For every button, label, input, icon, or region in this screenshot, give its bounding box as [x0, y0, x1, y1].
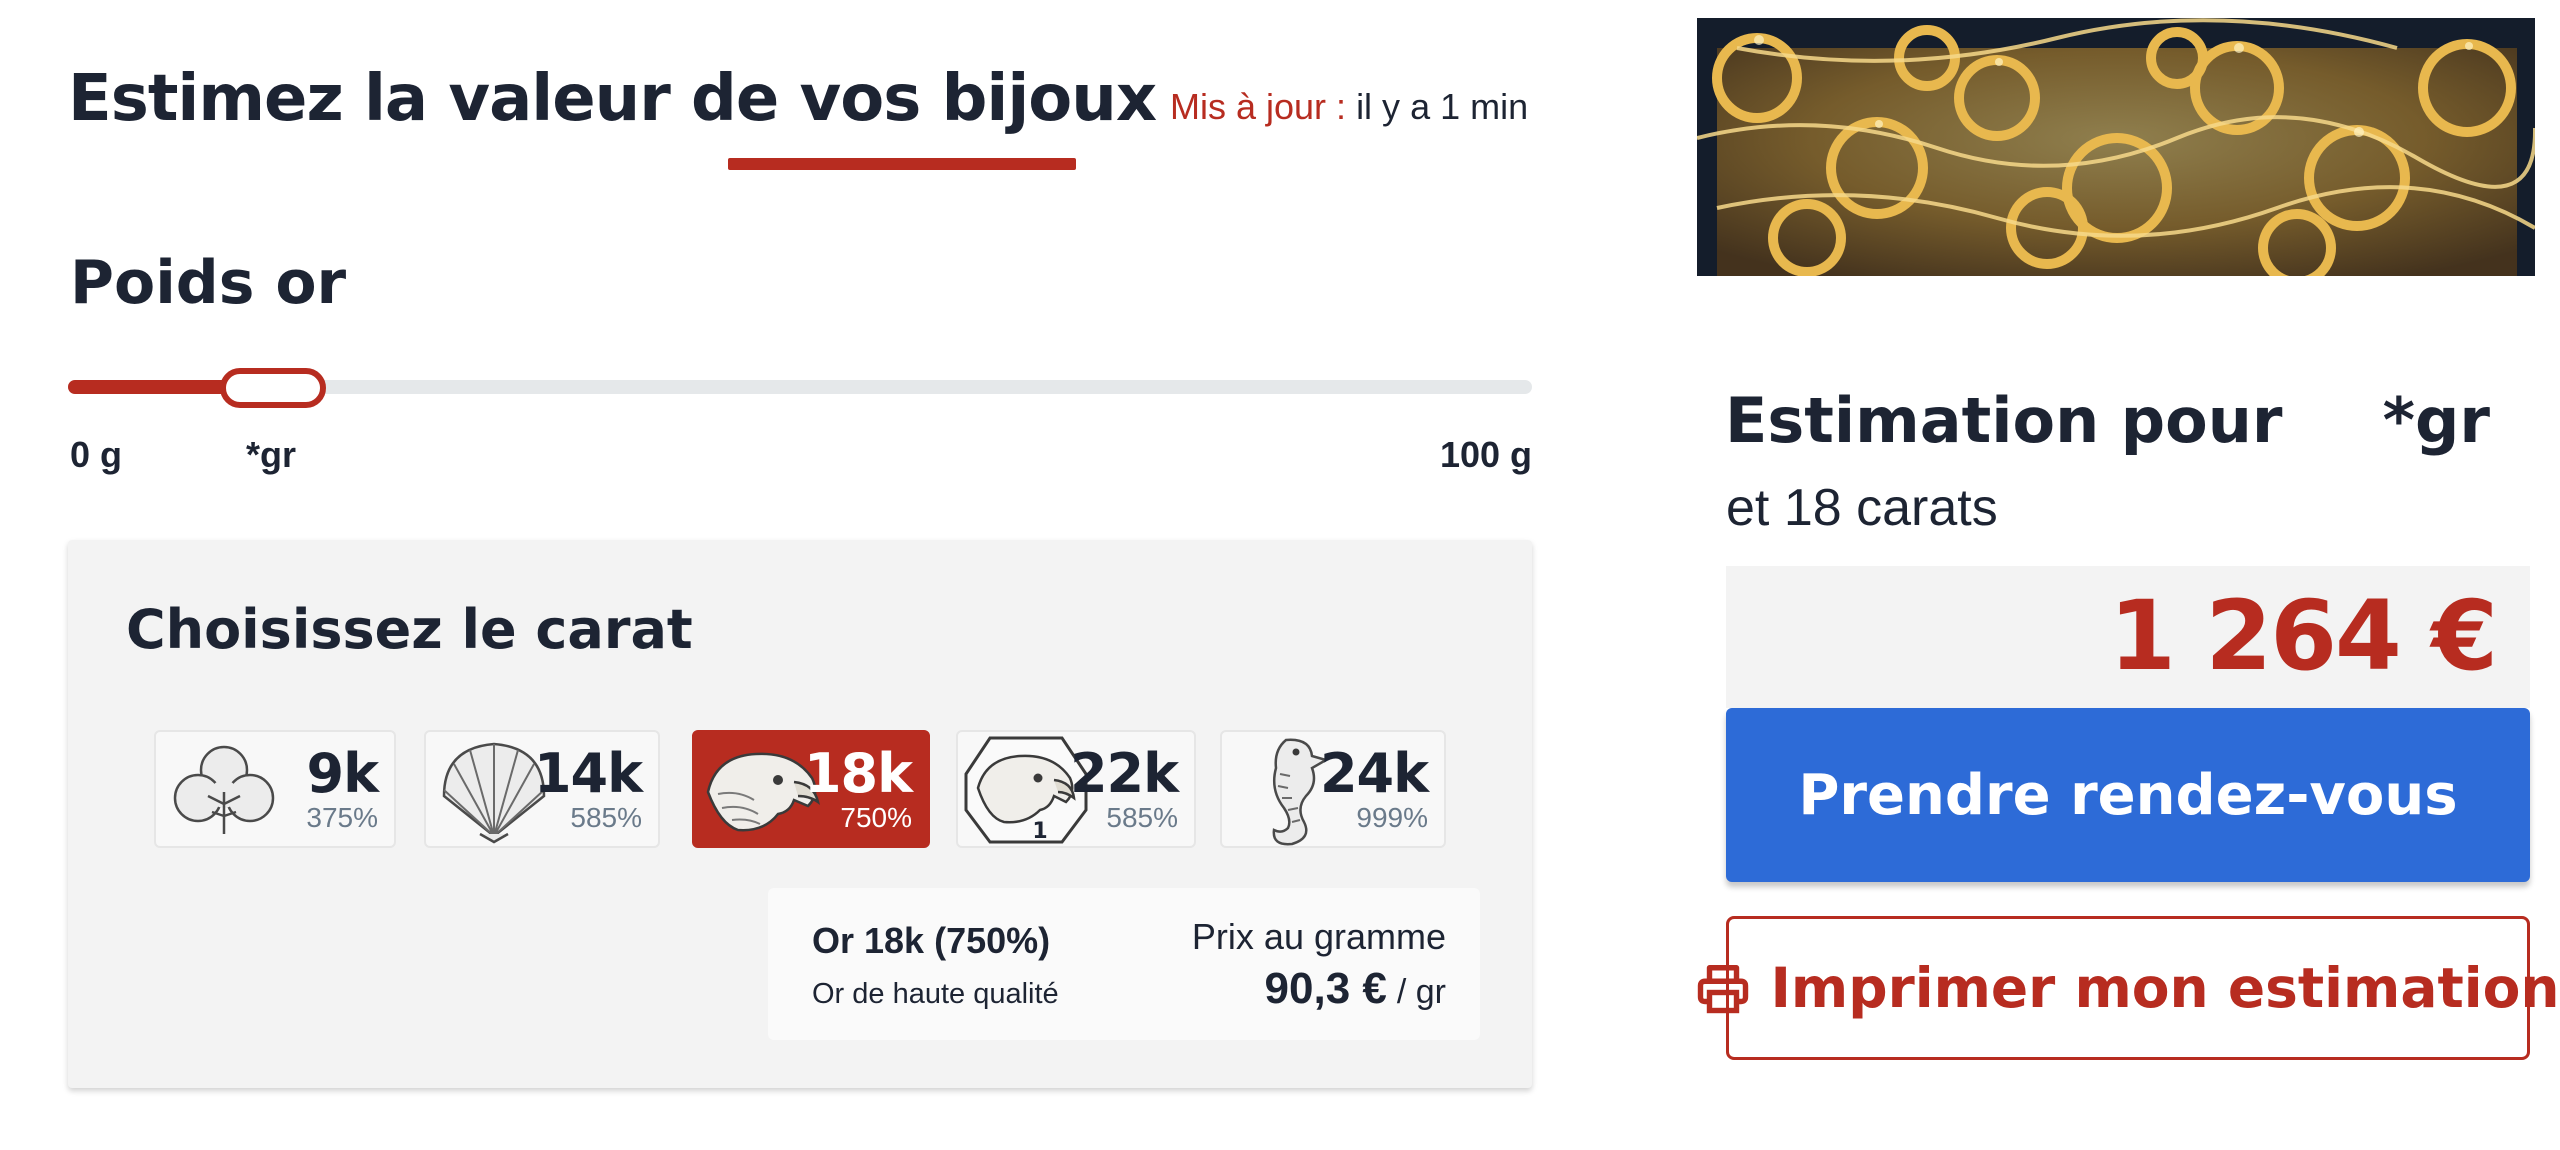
estimate-title: Estimation pour — [1725, 384, 2283, 457]
update-value: il y a 1 min — [1356, 86, 1529, 127]
print-estimate-button[interactable]: Imprimer mon estimation — [1698, 916, 2560, 1060]
carat-purity: 375% — [306, 802, 378, 833]
carat-option-18k[interactable]: 18k 750% — [692, 730, 930, 848]
price-per-gram: 90,3 € / gr — [1265, 964, 1446, 1014]
carat-info-description: Or de haute qualité — [812, 978, 1059, 1010]
price-per-gram-unit: / gr — [1396, 973, 1446, 1011]
estimate-subtitle: et 18 carats — [1726, 479, 1998, 537]
carat-option-22k[interactable]: 1 22k 585% — [956, 730, 1196, 848]
carat-panel: Choisissez le carat 9k 375% 14k 585% 18k… — [68, 540, 1532, 1088]
slider-value-label: *gr — [246, 434, 297, 475]
carat-option-9k[interactable]: 9k 375% — [154, 730, 396, 848]
estimate-price-box: 1 264 € — [1726, 566, 2530, 708]
svg-text:1: 1 — [1032, 819, 1047, 844]
printer-icon — [1698, 965, 1749, 1014]
update-label: Mis à jour : — [1170, 86, 1347, 127]
update-status: Mis à jour : il y a 1 min — [1170, 86, 1528, 128]
estimate-weight: *gr — [2382, 384, 2490, 457]
carat-purity: 750% — [840, 802, 912, 833]
carat-karat: 18k — [803, 742, 913, 805]
carat-karat: 22k — [1069, 742, 1179, 805]
clover-hallmark-icon — [173, 745, 275, 834]
estimate-price: 1 264 € — [2109, 580, 2498, 692]
print-estimate-label: Imprimer mon estimation — [1770, 956, 2560, 1020]
carat-karat: 9k — [306, 742, 379, 805]
slider-min-label: 0 g — [70, 434, 123, 475]
carat-option-14k[interactable]: 14k 585% — [424, 730, 660, 848]
page-title: Estimez la valeur de vos bijoux — [68, 62, 1157, 136]
slider-max-label: 100 g — [1439, 434, 1532, 475]
carat-info-name: Or 18k (750%) — [812, 920, 1051, 961]
carat-info-box: Or 18k (750%) Or de haute qualité Prix a… — [768, 888, 1480, 1040]
weight-slider[interactable] — [68, 368, 1532, 408]
gold-jewelry-photo — [1697, 18, 2535, 276]
carat-title: Choisissez le carat — [126, 598, 693, 661]
carat-karat: 14k — [533, 742, 643, 805]
carat-purity: 585% — [1106, 802, 1178, 833]
carat-purity: 585% — [570, 802, 642, 833]
slider-thumb[interactable] — [219, 368, 326, 408]
weight-section-title: Poids or — [70, 248, 347, 318]
carat-karat: 24k — [1319, 742, 1429, 805]
book-appointment-button[interactable]: Prendre rendez-vous — [1726, 708, 2530, 882]
carat-purity: 999% — [1356, 802, 1428, 833]
carat-option-24k[interactable]: 24k 999% — [1220, 730, 1446, 848]
price-per-gram-value: 90,3 € — [1264, 964, 1387, 1013]
price-per-gram-label: Prix au gramme — [1191, 916, 1446, 957]
title-underline — [728, 158, 1076, 170]
